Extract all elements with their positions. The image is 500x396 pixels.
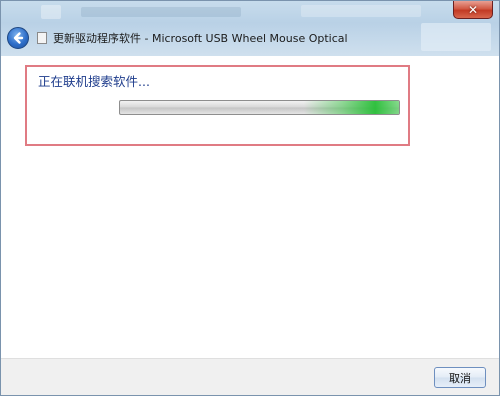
background-blur [81,7,241,17]
close-icon: ✕ [467,2,479,17]
progress-marquee [304,101,399,114]
wizard-icon [37,32,47,44]
driver-update-dialog: ✕ 更新驱动程序软件 - Microsoft USB Wheel Mouse O… [0,0,500,396]
button-bar: 取消 [1,358,499,395]
search-status-panel: 正在联机搜索软件... [25,65,410,146]
dialog-title: 更新驱动程序软件 - Microsoft USB Wheel Mouse Opt… [53,32,348,45]
background-blur [41,5,61,19]
wizard-header: 更新驱动程序软件 - Microsoft USB Wheel Mouse Opt… [7,27,348,49]
status-text: 正在联机搜索软件... [38,74,150,89]
cancel-button[interactable]: 取消 [434,367,486,388]
title-bar: ✕ 更新驱动程序软件 - Microsoft USB Wheel Mouse O… [1,1,499,56]
back-button[interactable] [7,27,29,49]
background-blur [301,5,421,17]
background-blur [421,23,491,51]
main-content: 正在联机搜索软件... [1,56,499,356]
back-arrow-icon [13,32,24,44]
close-button[interactable]: ✕ [453,1,493,19]
progress-bar [119,100,400,115]
